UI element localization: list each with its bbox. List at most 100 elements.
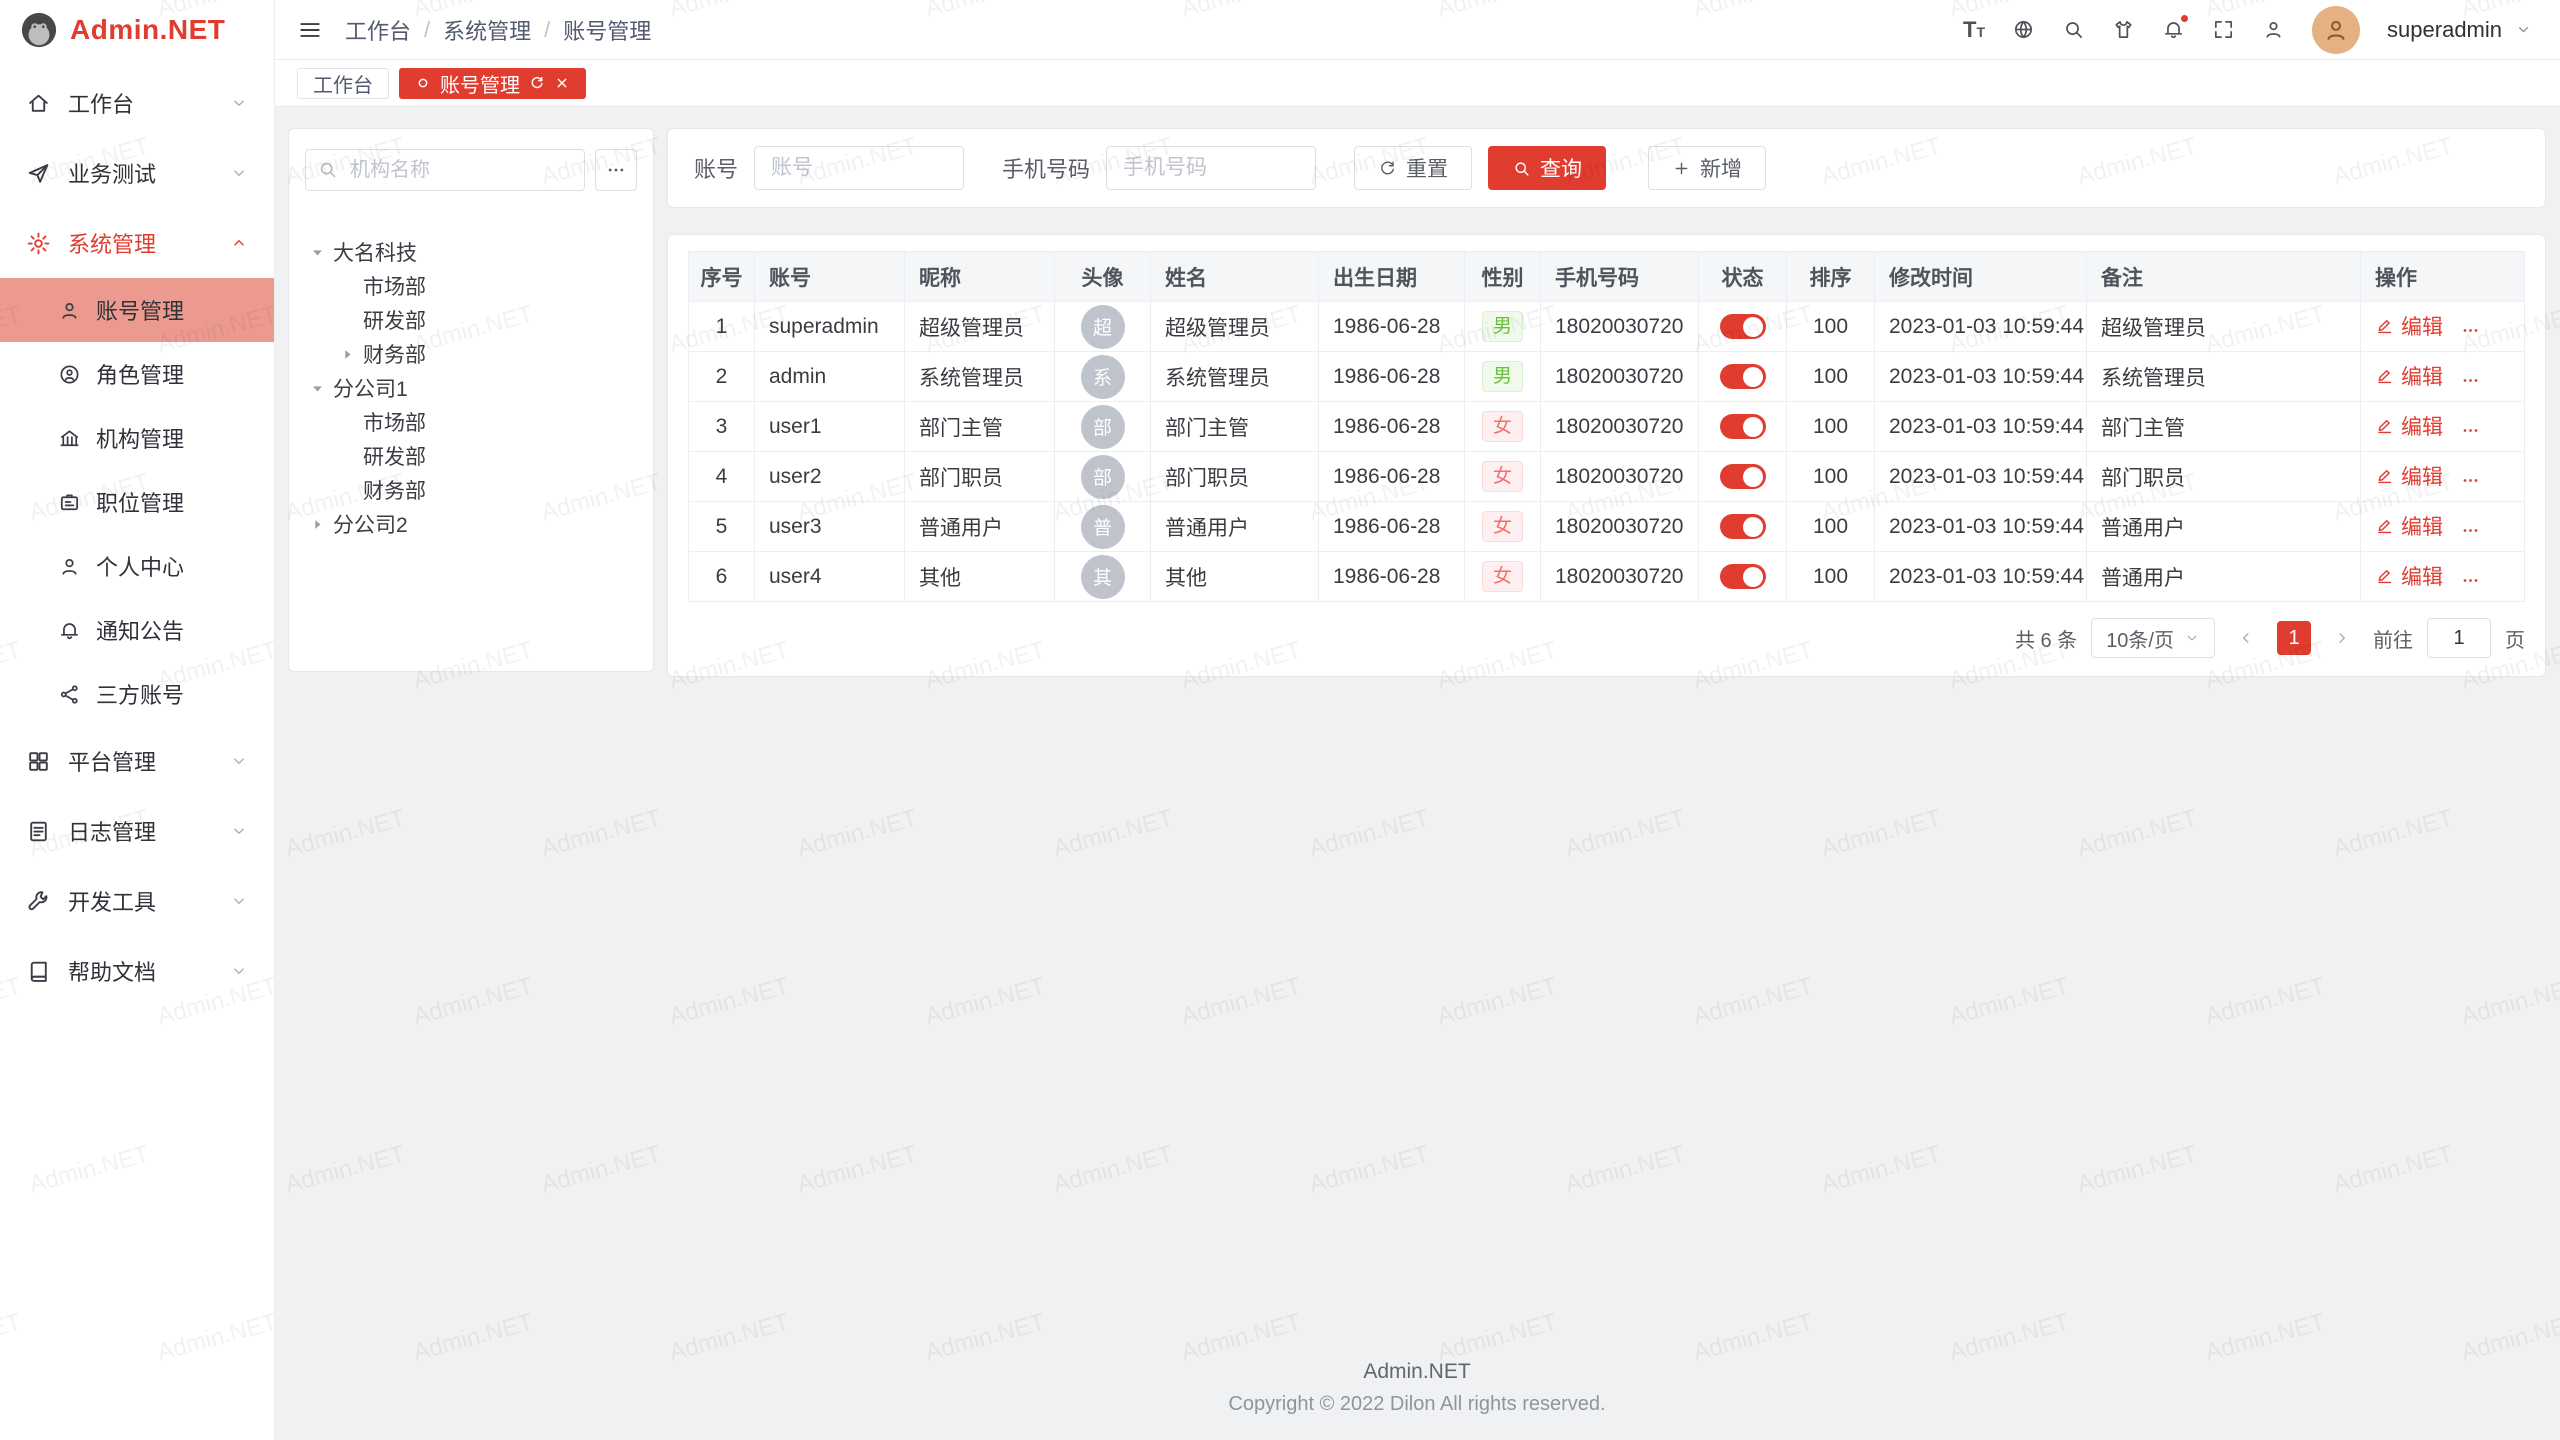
page-size-select[interactable]: 10条/页 <box>2091 618 2215 658</box>
gear-icon <box>26 231 51 256</box>
tree-caret-placeholder <box>337 412 358 433</box>
status-toggle[interactable] <box>1720 364 1766 389</box>
sidebar-item-help-docs[interactable]: 帮助文档 <box>0 936 274 1006</box>
row-avatar: 部 <box>1081 405 1125 449</box>
right-column: 账号 手机号码 重置 查询 <box>667 128 2546 677</box>
cell-name: 其他 <box>1151 552 1319 602</box>
phone-input[interactable] <box>1106 146 1316 190</box>
cell-nickname: 其他 <box>905 552 1055 602</box>
tree-caret-down-icon[interactable] <box>307 242 328 263</box>
bell-button[interactable] <box>2162 18 2185 41</box>
user-button[interactable] <box>2262 18 2285 41</box>
tab-close-icon[interactable] <box>554 75 570 91</box>
reset-button[interactable]: 重置 <box>1354 146 1472 190</box>
fullscreen-button[interactable] <box>2212 18 2235 41</box>
tree-node[interactable]: 分公司2 <box>305 507 637 541</box>
row-more-button[interactable] <box>2461 421 2480 440</box>
sidebar-item-platform-management[interactable]: 平台管理 <box>0 726 274 796</box>
status-toggle[interactable] <box>1720 414 1766 439</box>
add-button[interactable]: 新增 <box>1648 146 1766 190</box>
tree-node[interactable]: 市场部 <box>305 405 637 439</box>
menu-toggle-icon[interactable] <box>297 17 323 43</box>
breadcrumb-item[interactable]: 工作台 <box>345 14 411 46</box>
account-input[interactable] <box>754 146 964 190</box>
cell-phone: 18020030720 <box>1541 552 1699 602</box>
org-more-button[interactable] <box>595 149 637 191</box>
tree-node[interactable]: 研发部 <box>305 439 637 473</box>
sidebar-item-org-management[interactable]: 机构管理 <box>0 406 274 470</box>
edit-button[interactable]: 编辑 <box>2375 311 2443 341</box>
row-more-button[interactable] <box>2461 471 2480 490</box>
sidebar-item-account-management[interactable]: 账号管理 <box>0 278 274 342</box>
tab-workbench[interactable]: 工作台 <box>297 68 389 99</box>
sidebar-item-dev-tools[interactable]: 开发工具 <box>0 866 274 936</box>
tree-node[interactable]: 市场部 <box>305 269 637 303</box>
globe-button[interactable] <box>2012 18 2035 41</box>
sidebar-item-system-management[interactable]: 系统管理 <box>0 208 274 278</box>
user-menu-chevron-down-icon[interactable] <box>2515 21 2532 38</box>
goto-page-input[interactable] <box>2427 618 2491 658</box>
sidebar-item-label: 角色管理 <box>96 358 184 390</box>
font-size-button[interactable]: TT <box>1963 19 1985 41</box>
edit-button[interactable]: 编辑 <box>2375 461 2443 491</box>
row-more-button[interactable] <box>2461 321 2480 340</box>
page-number-button[interactable]: 1 <box>2277 621 2311 655</box>
tree-node[interactable]: 研发部 <box>305 303 637 337</box>
tab-account-management[interactable]: 账号管理 <box>399 68 586 99</box>
more-icon <box>2461 371 2480 390</box>
column-header: 姓名 <box>1151 252 1319 302</box>
cell-name: 普通用户 <box>1151 502 1319 552</box>
theme-button[interactable] <box>2112 18 2135 41</box>
prev-page-button[interactable] <box>2229 621 2263 655</box>
sidebar-item-notice-announcement[interactable]: 通知公告 <box>0 598 274 662</box>
more-icon <box>2461 521 2480 540</box>
footer-copyright: Copyright © 2022 Dilon All rights reserv… <box>288 1393 2546 1416</box>
row-more-button[interactable] <box>2461 371 2480 390</box>
grid-icon <box>26 749 51 774</box>
username[interactable]: superadmin <box>2387 17 2502 43</box>
sidebar-item-third-party-account[interactable]: 三方账号 <box>0 662 274 726</box>
breadcrumb-item[interactable]: 系统管理 <box>443 14 531 46</box>
tree-node-label: 大名科技 <box>333 237 417 267</box>
logo-text: Admin.NET <box>70 14 225 46</box>
cell-remark: 部门主管 <box>2087 402 2361 452</box>
status-toggle[interactable] <box>1720 314 1766 339</box>
pagination-total: 共 6 条 <box>2015 624 2077 653</box>
tree-node[interactable]: 财务部 <box>305 473 637 507</box>
tree-node[interactable]: 分公司1 <box>305 371 637 405</box>
edit-button[interactable]: 编辑 <box>2375 511 2443 541</box>
search-button[interactable] <box>2062 18 2085 41</box>
search-button[interactable]: 查询 <box>1488 146 1606 190</box>
row-more-button[interactable] <box>2461 521 2480 540</box>
pagination: 共 6 条 10条/页 1 前 <box>688 618 2525 658</box>
edit-button[interactable]: 编辑 <box>2375 361 2443 391</box>
next-page-button[interactable] <box>2325 621 2359 655</box>
user-avatar[interactable] <box>2312 6 2360 54</box>
edit-button[interactable]: 编辑 <box>2375 411 2443 441</box>
sidebar-item-workbench[interactable]: 工作台 <box>0 68 274 138</box>
row-more-button[interactable] <box>2461 571 2480 590</box>
column-header: 排序 <box>1787 252 1875 302</box>
sidebar-item-personal-center[interactable]: 个人中心 <box>0 534 274 598</box>
status-toggle[interactable] <box>1720 514 1766 539</box>
sidebar-item-role-management[interactable]: 角色管理 <box>0 342 274 406</box>
status-toggle[interactable] <box>1720 464 1766 489</box>
breadcrumb-item[interactable]: 账号管理 <box>563 14 651 46</box>
status-toggle[interactable] <box>1720 564 1766 589</box>
cell-modified-time: 2023-01-03 10:59:44 <box>1875 452 2087 502</box>
sidebar-item-business-test[interactable]: 业务测试 <box>0 138 274 208</box>
table-row: 4user2部门职员部部门职员1986-06-28女18020030720100… <box>689 452 2525 502</box>
gender-badge: 女 <box>1482 561 1523 593</box>
tree-caret-right-icon[interactable] <box>307 514 328 535</box>
tree-node[interactable]: 大名科技 <box>305 235 637 269</box>
tree-node[interactable]: 财务部 <box>305 337 637 371</box>
org-name-search-input[interactable] <box>305 149 585 191</box>
footer: Admin.NET Copyright © 2022 Dilon All rig… <box>288 1340 2546 1440</box>
person-icon <box>58 555 81 578</box>
sidebar-item-log-management[interactable]: 日志管理 <box>0 796 274 866</box>
tree-caret-right-icon[interactable] <box>337 344 358 365</box>
tree-caret-down-icon[interactable] <box>307 378 328 399</box>
edit-button[interactable]: 编辑 <box>2375 561 2443 591</box>
sidebar-item-position-management[interactable]: 职位管理 <box>0 470 274 534</box>
tab-refresh-icon[interactable] <box>529 75 545 91</box>
